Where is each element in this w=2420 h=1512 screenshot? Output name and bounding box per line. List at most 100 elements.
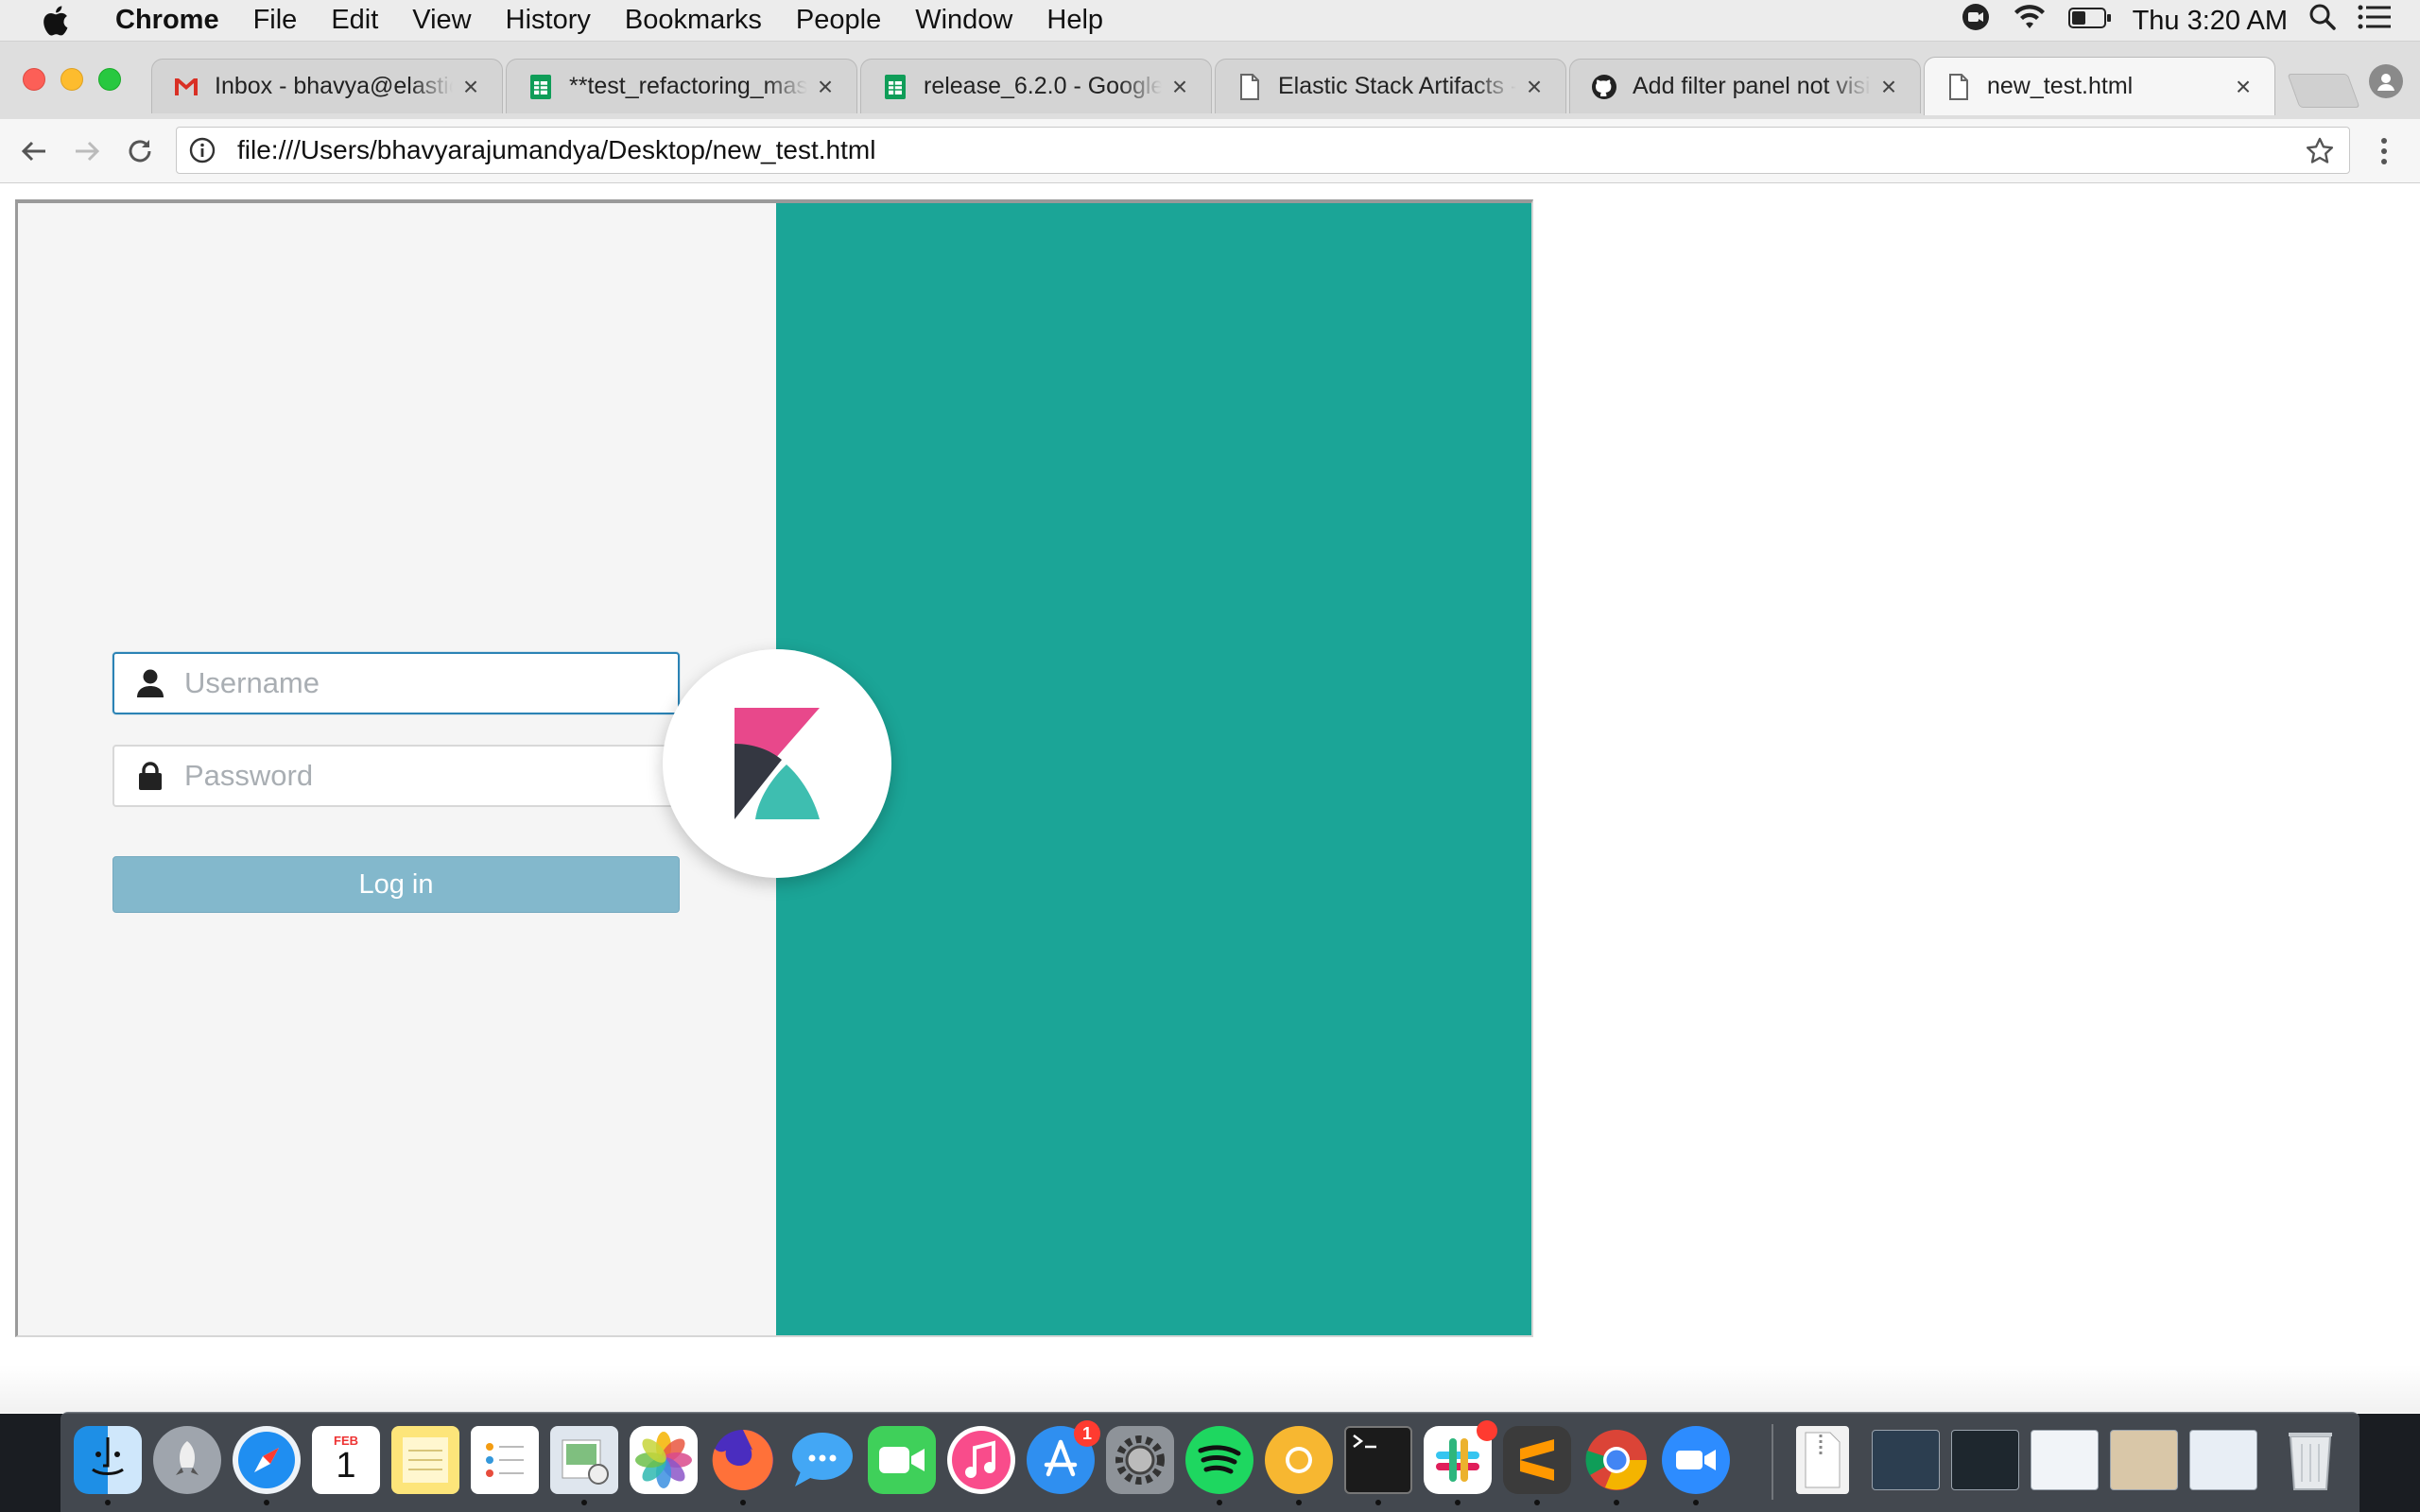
minimized-window-thumbnail[interactable]	[1951, 1430, 2019, 1490]
username-field[interactable]	[112, 652, 680, 714]
browser-toolbar: file:///Users/bhavyarajumandya/Desktop/n…	[0, 119, 2420, 183]
back-button[interactable]	[15, 132, 53, 170]
profile-avatar-icon[interactable]	[2369, 64, 2403, 98]
menu-edit[interactable]: Edit	[314, 5, 395, 36]
chrome-menu-icon[interactable]	[2375, 132, 2394, 170]
spotify-icon[interactable]	[1185, 1426, 1253, 1494]
launchpad-icon[interactable]	[153, 1426, 221, 1494]
camera-icon[interactable]	[1961, 2, 1991, 40]
messages-icon[interactable]	[788, 1426, 856, 1494]
trash-icon[interactable]	[2276, 1426, 2344, 1494]
running-indicator	[264, 1500, 269, 1505]
page-bottom-area	[0, 1366, 2420, 1413]
tab-close-icon[interactable]: ×	[1876, 72, 1901, 102]
safari-icon[interactable]	[233, 1426, 301, 1494]
tab-close-icon[interactable]: ×	[813, 72, 838, 102]
running-indicator	[1614, 1500, 1619, 1505]
tab-close-icon[interactable]: ×	[1167, 72, 1192, 102]
facetime-icon[interactable]	[868, 1426, 936, 1494]
tab-title: Inbox - bhavya@elastic.co	[215, 73, 453, 99]
chrome-icon[interactable]	[1582, 1426, 1651, 1494]
new-tab-button[interactable]	[2287, 74, 2360, 108]
calendar-day: 1	[336, 1445, 356, 1486]
menu-help[interactable]: Help	[1029, 5, 1120, 36]
running-indicator	[1296, 1500, 1302, 1505]
tab-gmail-inbox[interactable]: Inbox - bhavya@elastic.co ×	[151, 59, 503, 113]
menu-app-name[interactable]: Chrome	[106, 5, 236, 36]
running-indicator	[1375, 1500, 1381, 1505]
photos-icon[interactable]	[630, 1426, 698, 1494]
battery-icon[interactable]	[2067, 6, 2112, 37]
firefox-icon[interactable]	[709, 1426, 777, 1494]
menu-history[interactable]: History	[489, 5, 608, 36]
tab-elastic-artifacts[interactable]: Elastic Stack Artifacts - ×	[1215, 59, 1566, 113]
forward-button[interactable]	[68, 132, 106, 170]
sublime-text-icon[interactable]	[1503, 1426, 1571, 1494]
page-viewport: Log in	[0, 184, 2420, 1413]
minimized-window-thumbnail[interactable]	[2110, 1430, 2178, 1490]
menu-file[interactable]: File	[236, 5, 315, 36]
itunes-icon[interactable]	[947, 1426, 1015, 1494]
address-bar[interactable]: file:///Users/bhavyarajumandya/Desktop/n…	[176, 127, 2350, 174]
archive-file-icon[interactable]	[1796, 1426, 1849, 1494]
preview-icon[interactable]	[550, 1426, 618, 1494]
finder-icon[interactable]	[74, 1426, 142, 1494]
password-input[interactable]	[182, 749, 655, 802]
address-bar-url[interactable]: file:///Users/bhavyarajumandya/Desktop/n…	[237, 135, 875, 165]
running-indicator	[740, 1500, 746, 1505]
tab-close-icon[interactable]: ×	[1522, 72, 1547, 102]
notes-icon[interactable]	[391, 1426, 459, 1494]
site-info-icon[interactable]	[188, 136, 216, 164]
tab-close-icon[interactable]: ×	[458, 72, 483, 102]
running-indicator	[105, 1500, 111, 1505]
apple-menu-icon[interactable]	[36, 2, 74, 40]
kibana-logo-icon	[735, 708, 820, 819]
menu-bookmarks[interactable]: Bookmarks	[608, 5, 779, 36]
tab-github-issue[interactable]: Add filter panel not visible ×	[1569, 59, 1921, 113]
bookmark-star-icon[interactable]	[2304, 135, 2336, 167]
tab-title: release_6.2.0 - Google Sheets	[924, 73, 1162, 99]
notification-center-icon[interactable]	[2358, 4, 2392, 38]
spotlight-icon[interactable]	[2308, 3, 2337, 39]
slack-badge-icon	[1477, 1420, 1497, 1441]
menu-people[interactable]: People	[779, 5, 898, 36]
menu-view[interactable]: View	[395, 5, 488, 36]
chromium-icon[interactable]	[1265, 1426, 1333, 1494]
running-indicator	[1455, 1500, 1461, 1505]
window-minimize-button[interactable]	[60, 68, 83, 91]
back-arrow-icon	[21, 141, 45, 162]
window-zoom-button[interactable]	[98, 68, 121, 91]
tab-strip: Inbox - bhavya@elastic.co × **test_refac…	[0, 42, 2420, 125]
reload-button[interactable]	[121, 132, 159, 170]
minimized-window-thumbnail[interactable]	[2031, 1430, 2099, 1490]
macos-dock: FEB 1 1	[60, 1412, 2360, 1512]
password-field[interactable]	[112, 745, 680, 807]
username-input[interactable]	[182, 657, 655, 710]
reload-icon	[129, 140, 151, 163]
menubar-clock[interactable]: Thu 3:20 AM	[2133, 6, 2288, 37]
app-store-icon[interactable]: 1	[1027, 1420, 1100, 1494]
gmail-icon	[173, 74, 199, 100]
wifi-icon[interactable]	[2012, 3, 2048, 39]
slack-icon[interactable]	[1424, 1420, 1497, 1494]
system-preferences-icon[interactable]	[1106, 1426, 1174, 1494]
tab-new-test-html[interactable]: new_test.html ×	[1924, 57, 2275, 115]
lock-icon	[131, 757, 169, 795]
tab-release-sheet[interactable]: release_6.2.0 - Google Sheets ×	[860, 59, 1212, 113]
minimized-window-thumbnail[interactable]	[1872, 1430, 1940, 1490]
reminders-icon[interactable]	[471, 1426, 539, 1494]
menu-window[interactable]: Window	[898, 5, 1029, 36]
zoom-icon[interactable]	[1662, 1426, 1730, 1494]
calendar-icon[interactable]: FEB 1	[312, 1426, 380, 1494]
login-button[interactable]: Log in	[112, 856, 680, 913]
terminal-icon[interactable]	[1344, 1426, 1412, 1494]
macos-menu-bar: Chrome File Edit View History Bookmarks …	[0, 0, 2420, 42]
minimized-window-thumbnail[interactable]	[2189, 1430, 2257, 1490]
tab-test-refactoring[interactable]: **test_refactoring_master ×	[506, 59, 857, 113]
running-indicator	[1693, 1500, 1699, 1505]
tab-close-icon[interactable]: ×	[2231, 72, 2256, 102]
sheets-icon	[882, 74, 908, 100]
window-close-button[interactable]	[23, 68, 45, 91]
app-store-badge: 1	[1074, 1420, 1100, 1447]
running-indicator	[581, 1500, 587, 1505]
